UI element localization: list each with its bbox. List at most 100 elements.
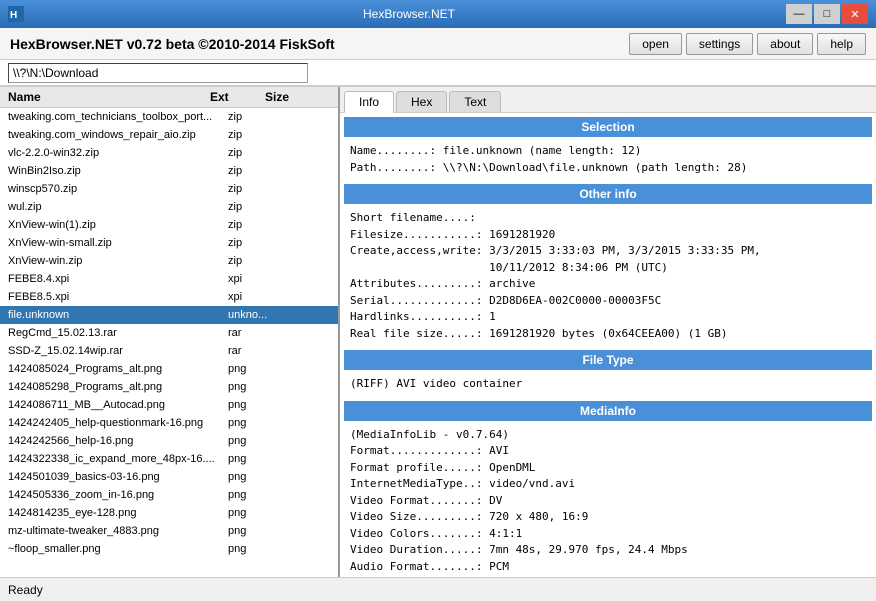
table-row[interactable]: winscp570.zipzip (0, 180, 338, 198)
table-row[interactable]: 1424242405_help-questionmark-16.pngpng (0, 414, 338, 432)
section-content-selection: Name........: file.unknown (name length:… (344, 141, 872, 178)
col-ext-header: Ext (210, 90, 265, 104)
open-button[interactable]: open (629, 33, 682, 55)
info-content[interactable]: Selection Name........: file.unknown (nam… (340, 113, 876, 577)
close-button[interactable]: ✕ (842, 4, 868, 24)
about-button[interactable]: about (757, 33, 813, 55)
file-name-cell: 1424814235_eye-128.png (0, 507, 228, 519)
file-panel: Name Ext Size tweaking.com_technicians_t… (0, 87, 340, 577)
tab-info[interactable]: Info (344, 91, 394, 113)
table-row[interactable]: 1424085298_Programs_alt.pngpng (0, 378, 338, 396)
table-row[interactable]: tweaking.com_technicians_toolbox_port...… (0, 108, 338, 126)
table-row[interactable]: XnView-win-small.zipzip (0, 234, 338, 252)
table-row[interactable]: 1424242566_help-16.pngpng (0, 432, 338, 450)
tabs-bar: Info Hex Text (340, 87, 876, 113)
table-row[interactable]: mz-ultimate-tweaker_4883.pngpng (0, 522, 338, 540)
table-row[interactable]: XnView-win(1).zipzip (0, 216, 338, 234)
file-list-header: Name Ext Size (0, 87, 338, 108)
tab-hex[interactable]: Hex (396, 91, 447, 112)
table-row[interactable]: 1424086711_MB__Autocad.pngpng (0, 396, 338, 414)
file-name-cell: tweaking.com_technicians_toolbox_port... (0, 111, 228, 123)
table-row[interactable]: XnView-win.zipzip (0, 252, 338, 270)
table-row[interactable]: vlc-2.2.0-win32.zipzip (0, 144, 338, 162)
file-ext-cell: png (228, 453, 283, 465)
file-name-cell: winscp570.zip (0, 183, 228, 195)
file-ext-cell: xpi (228, 291, 283, 303)
file-ext-cell: xpi (228, 273, 283, 285)
window-title: HexBrowser.NET (32, 7, 786, 21)
file-name-cell: XnView-win(1).zip (0, 219, 228, 231)
file-ext-cell: zip (228, 219, 283, 231)
section-header-otherInfo: Other info (344, 184, 872, 204)
file-name-cell: XnView-win-small.zip (0, 237, 228, 249)
file-name-cell: file.unknown (0, 309, 228, 321)
file-name-cell: SSD-Z_15.02.14wip.rar (0, 345, 228, 357)
file-ext-cell: png (228, 525, 283, 537)
file-ext-cell: png (228, 471, 283, 483)
table-row[interactable]: wul.zipzip (0, 198, 338, 216)
table-row[interactable]: 1424501039_basics-03-16.pngpng (0, 468, 338, 486)
file-name-cell: mz-ultimate-tweaker_4883.png (0, 525, 228, 537)
section-content-mediaInfo: (MediaInfoLib - v0.7.64) Format.........… (344, 425, 872, 578)
file-ext-cell: png (228, 381, 283, 393)
maximize-button[interactable]: □ (814, 4, 840, 24)
file-name-cell: FEBE8.4.xpi (0, 273, 228, 285)
col-name-header: Name (0, 90, 210, 104)
file-ext-cell: png (228, 507, 283, 519)
file-ext-cell: zip (228, 237, 283, 249)
table-row[interactable]: 1424505336_zoom_in-16.pngpng (0, 486, 338, 504)
path-input[interactable] (8, 63, 308, 83)
file-ext-cell: zip (228, 147, 283, 159)
settings-button[interactable]: settings (686, 33, 753, 55)
status-bar: Ready (0, 577, 876, 601)
section-header-fileType: File Type (344, 350, 872, 370)
main-content: Name Ext Size tweaking.com_technicians_t… (0, 86, 876, 577)
table-row[interactable]: 1424814235_eye-128.pngpng (0, 504, 338, 522)
help-button[interactable]: help (817, 33, 866, 55)
table-row[interactable]: 1424322338_ic_expand_more_48px-16....png (0, 450, 338, 468)
table-row[interactable]: ~floop_smaller.pngpng (0, 540, 338, 558)
table-row[interactable]: SSD-Z_15.02.14wip.rarrar (0, 342, 338, 360)
tab-text[interactable]: Text (449, 91, 501, 112)
file-ext-cell: png (228, 417, 283, 429)
file-ext-cell: zip (228, 255, 283, 267)
svg-text:H: H (10, 10, 17, 21)
file-ext-cell: png (228, 399, 283, 411)
file-ext-cell: png (228, 435, 283, 447)
file-name-cell: vlc-2.2.0-win32.zip (0, 147, 228, 159)
file-name-cell: 1424086711_MB__Autocad.png (0, 399, 228, 411)
app-title: HexBrowser.NET v0.72 beta ©2010-2014 Fis… (10, 36, 335, 52)
section-content-otherInfo: Short filename....: Filesize...........:… (344, 208, 872, 344)
table-row[interactable]: 1424085024_Programs_alt.pngpng (0, 360, 338, 378)
menu-bar: HexBrowser.NET v0.72 beta ©2010-2014 Fis… (0, 28, 876, 60)
file-ext-cell: rar (228, 345, 283, 357)
file-name-cell: 1424085298_Programs_alt.png (0, 381, 228, 393)
file-name-cell: 1424505336_zoom_in-16.png (0, 489, 228, 501)
toolbar-buttons: open settings about help (629, 33, 866, 55)
title-bar: H HexBrowser.NET — □ ✕ (0, 0, 876, 28)
file-ext-cell: zip (228, 111, 283, 123)
file-name-cell: 1424501039_basics-03-16.png (0, 471, 228, 483)
file-ext-cell: rar (228, 327, 283, 339)
table-row[interactable]: FEBE8.5.xpixpi (0, 288, 338, 306)
col-size-header: Size (265, 90, 320, 104)
table-row[interactable]: file.unknownunkno... (0, 306, 338, 324)
file-ext-cell: unkno... (228, 309, 283, 321)
table-row[interactable]: FEBE8.4.xpixpi (0, 270, 338, 288)
section-header-mediaInfo: MediaInfo (344, 401, 872, 421)
file-list[interactable]: tweaking.com_technicians_toolbox_port...… (0, 108, 338, 577)
file-ext-cell: zip (228, 129, 283, 141)
info-panel: Info Hex Text Selection Name........: fil… (340, 87, 876, 577)
table-row[interactable]: WinBin2Iso.zipzip (0, 162, 338, 180)
minimize-button[interactable]: — (786, 4, 812, 24)
table-row[interactable]: tweaking.com_windows_repair_aio.zipzip (0, 126, 338, 144)
file-name-cell: 1424242405_help-questionmark-16.png (0, 417, 228, 429)
file-ext-cell: zip (228, 201, 283, 213)
section-header-selection: Selection (344, 117, 872, 137)
file-name-cell: ~floop_smaller.png (0, 543, 228, 555)
file-ext-cell: png (228, 489, 283, 501)
status-text: Ready (8, 583, 43, 597)
file-name-cell: tweaking.com_windows_repair_aio.zip (0, 129, 228, 141)
path-bar (0, 60, 876, 86)
table-row[interactable]: RegCmd_15.02.13.rarrar (0, 324, 338, 342)
